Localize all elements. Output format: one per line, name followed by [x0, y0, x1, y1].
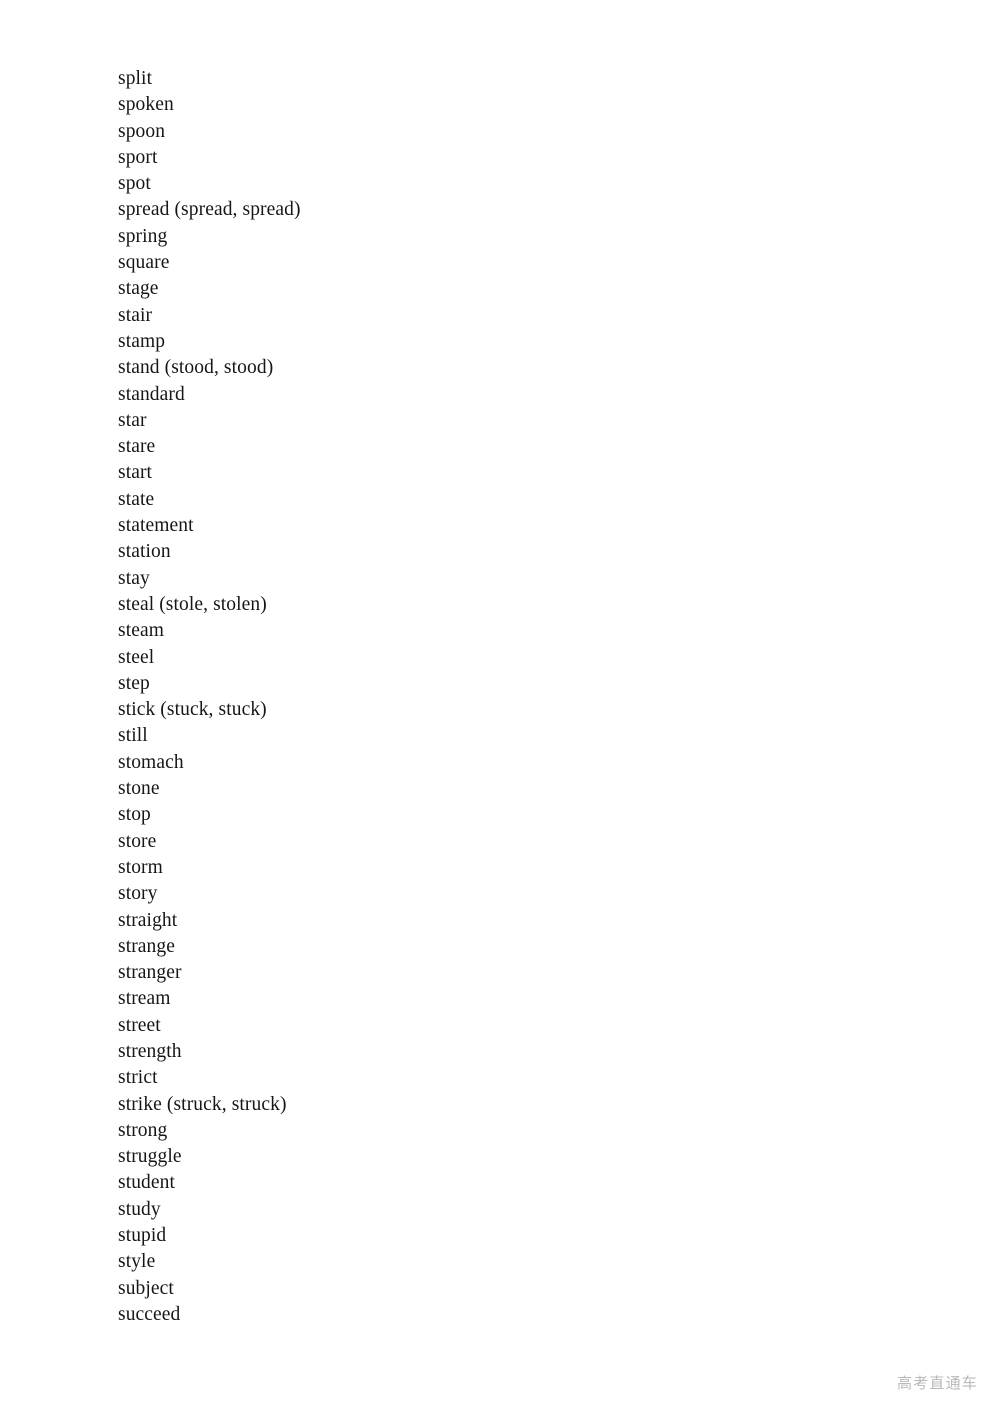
vocabulary-word-item: station — [118, 541, 171, 563]
vocabulary-word-item: strange — [118, 935, 176, 957]
vocabulary-word-item: stream — [118, 988, 171, 1010]
vocabulary-word-item: student — [118, 1172, 176, 1194]
vocabulary-word-item: step — [118, 672, 150, 694]
vocabulary-word-item: statement — [118, 515, 194, 537]
vocabulary-word-item: succeed — [118, 1303, 181, 1325]
vocabulary-word-item: star — [118, 409, 147, 431]
vocabulary-word-item: stick (stuck, stuck) — [118, 699, 267, 721]
vocabulary-word-item: standard — [118, 383, 185, 405]
vocabulary-word-item: story — [118, 883, 158, 905]
vocabulary-word-item: style — [118, 1251, 156, 1273]
watermark-label: 高考直通车 — [896, 1374, 978, 1392]
vocabulary-word-item: steal (stole, stolen) — [118, 593, 267, 615]
vocabulary-word-item: steel — [118, 646, 155, 668]
vocabulary-word-item: stay — [118, 567, 150, 589]
vocabulary-word-item: study — [118, 1198, 161, 1220]
vocabulary-word-item: still — [118, 725, 148, 747]
vocabulary-word-item: stamp — [118, 330, 166, 352]
vocabulary-word-item: spoon — [118, 120, 166, 142]
vocabulary-word-item: spoken — [118, 94, 174, 116]
vocabulary-word-item: straight — [118, 909, 178, 931]
vocabulary-word-item: stage — [118, 278, 159, 300]
vocabulary-word-item: stone — [118, 778, 160, 800]
vocabulary-word-item: spring — [118, 225, 168, 247]
vocabulary-word-item: subject — [118, 1277, 174, 1299]
vocabulary-word-item: strike (struck, struck) — [118, 1093, 287, 1115]
vocabulary-word-item: strict — [118, 1067, 158, 1089]
vocabulary-word-item: steam — [118, 620, 164, 642]
vocabulary-word-item: spot — [118, 173, 151, 195]
vocabulary-word-item: storm — [118, 856, 163, 878]
vocabulary-word-item: spread (spread, spread) — [118, 199, 301, 221]
vocabulary-word-item: sport — [118, 146, 158, 168]
vocabulary-word-item: struggle — [118, 1146, 182, 1168]
vocabulary-word-item: store — [118, 830, 157, 852]
vocabulary-word-item: stare — [118, 436, 156, 458]
vocabulary-word-item: stranger — [118, 962, 182, 984]
vocabulary-word-item: stand (stood, stood) — [118, 357, 274, 379]
vocabulary-word-item: split — [118, 68, 153, 89]
vocabulary-word-item: stupid — [118, 1225, 167, 1247]
document-page: split spoken spoon sport spot spread (spread,… — [0, 0, 1000, 1414]
vocabulary-word-item: start — [118, 462, 153, 484]
vocabulary-word-item: street — [118, 1014, 161, 1036]
vocabulary-word-item: strength — [118, 1040, 182, 1062]
vocabulary-word-item: square — [118, 252, 170, 274]
vocabulary-word-list: split spoken spoon sport spot spread (spread,… — [118, 66, 878, 1328]
vocabulary-word-item: stomach — [118, 751, 184, 773]
vocabulary-word-item: strong — [118, 1119, 168, 1141]
vocabulary-word-item: state — [118, 488, 155, 510]
vocabulary-word-item: stair — [118, 304, 153, 326]
vocabulary-word-item: stop — [118, 804, 151, 826]
